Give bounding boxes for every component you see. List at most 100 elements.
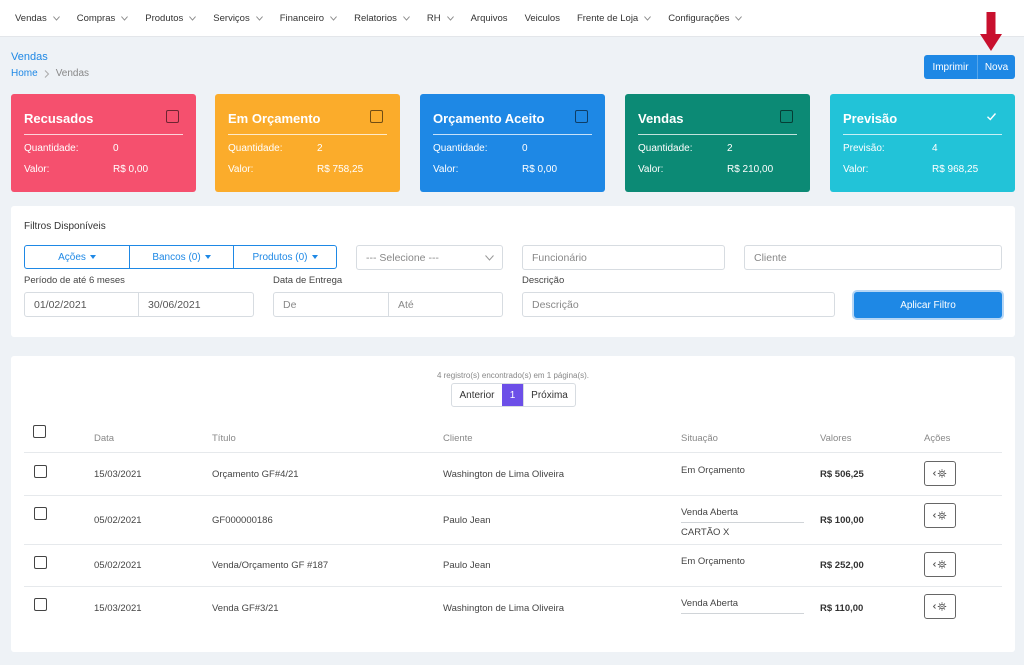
row-status: Em Orçamento (681, 465, 745, 476)
row-checkbox[interactable] (34, 465, 47, 478)
nav-item-financeiro[interactable]: Financeiro (280, 13, 337, 24)
status-select[interactable]: --- Selecione --- (356, 245, 503, 270)
client-input[interactable]: Cliente (744, 245, 1002, 270)
chevron-down-icon (446, 15, 454, 21)
card-quantity-label: Quantidade: (433, 143, 488, 154)
row-client: Washington de Lima Oliveira (443, 469, 565, 480)
next-page-button[interactable]: Próxima (523, 384, 575, 406)
row-value: R$ 506,25 (820, 469, 864, 480)
check-icon[interactable] (985, 110, 998, 123)
card-divider (433, 134, 592, 135)
nav-item-label: Frente de Loja (576, 12, 639, 24)
nav-item-label: Configurações (668, 12, 730, 24)
column-header-value[interactable]: Valores (820, 433, 852, 444)
page-1-button[interactable]: 1 (502, 384, 523, 406)
products-dropdown[interactable]: Produtos (0) (233, 246, 336, 268)
column-header-client[interactable]: Cliente (443, 433, 473, 444)
chevron-down-icon (330, 15, 337, 21)
card-quantity-label: Quantidade: (228, 143, 283, 154)
row-actions-button[interactable] (924, 461, 956, 486)
actions-dropdown-label: Ações (58, 251, 86, 263)
new-sale-button[interactable]: Nova (978, 55, 1015, 79)
description-input[interactable]: Descrição (522, 292, 835, 317)
row-actions-button[interactable] (924, 552, 956, 577)
period-from-value: 01/02/2021 (34, 298, 87, 311)
row-date: 05/02/2021 (94, 515, 142, 526)
nav-item-label: Arquivos (470, 12, 508, 24)
status-card-2[interactable]: Orçamento Aceito Quantidade: 0 Valor: R$ 0,0… (420, 94, 605, 192)
select-all-checkbox[interactable] (33, 425, 46, 438)
column-header-actions: Ações (924, 433, 951, 444)
card-checkbox[interactable] (575, 110, 588, 123)
card-checkbox[interactable] (166, 110, 179, 123)
gear-icon (932, 511, 947, 520)
previous-page-button[interactable]: Anterior (452, 384, 502, 406)
period-from-input[interactable]: 01/02/2021 (24, 292, 139, 317)
gear-icon (932, 602, 947, 611)
row-divider (24, 586, 1002, 587)
delivery-from-input[interactable]: De (273, 292, 389, 317)
nav-item-rh[interactable]: RH (427, 13, 454, 24)
nav-item-veiculos[interactable]: Veiculos (525, 13, 560, 24)
nav-item-compras[interactable]: Compras (77, 13, 129, 24)
card-value-label: Valor: (228, 164, 254, 175)
column-header-date[interactable]: Data (94, 433, 114, 444)
description-placeholder: Descrição (532, 298, 579, 311)
nav-item-label: Serviços (213, 12, 250, 24)
status-card-3[interactable]: Vendas Quantidade: 2 Valor: R$ 210,00 (625, 94, 810, 192)
nav-item-arquivos[interactable]: Arquivos (471, 13, 508, 24)
column-header-status[interactable]: Situação (681, 433, 718, 444)
caret-down-icon (204, 255, 211, 259)
status-card-4[interactable]: Previsão Previsão: 4 Valor: R$ 968,25 (830, 94, 1015, 192)
card-checkbox[interactable] (780, 110, 793, 123)
nav-item-produtos[interactable]: Produtos (145, 13, 197, 24)
card-divider (24, 134, 183, 135)
client-input-placeholder: Cliente (754, 251, 787, 264)
column-header-title[interactable]: Título (212, 433, 236, 444)
nav-item-configura-es[interactable]: Configurações (668, 12, 743, 24)
employee-input[interactable]: Funcionário (522, 245, 725, 270)
apply-filter-button[interactable]: Aplicar Filtro (854, 292, 1002, 318)
pagination: Anterior 1 Próxima (451, 383, 576, 407)
period-label: Período de até 6 meses (24, 275, 125, 286)
gear-icon (932, 469, 947, 478)
chevron-down-icon (52, 15, 60, 21)
row-title[interactable]: Venda GF#3/21 (212, 603, 279, 614)
card-quantity-value: 2 (727, 143, 733, 154)
nav-item-servi-os[interactable]: Serviços (213, 12, 263, 24)
card-value-label: Valor: (24, 164, 50, 175)
card-checkbox[interactable] (370, 110, 383, 123)
banks-dropdown[interactable]: Bancos (0) (129, 246, 233, 268)
breadcrumb-home-link[interactable]: Home (11, 68, 38, 79)
row-title[interactable]: Venda/Orçamento GF #187 (212, 560, 328, 571)
row-actions-button[interactable] (924, 503, 956, 528)
card-divider (638, 134, 797, 135)
actions-dropdown[interactable]: Ações (25, 246, 129, 268)
nav-item-relatorios[interactable]: Relatorios (354, 13, 410, 24)
print-button[interactable]: Imprimir (924, 55, 978, 79)
row-title[interactable]: GF000000186 (212, 515, 273, 526)
status-card-1[interactable]: Em Orçamento Quantidade: 2 Valor: R$ 758,25 (215, 94, 400, 192)
row-status-payment: CARTÃO X (681, 527, 730, 538)
top-navigation: Vendas Compras Produtos Serviços Financeiro R… (0, 0, 1024, 37)
nav-item-frente-de-loja[interactable]: Frente de Loja (576, 12, 652, 24)
row-checkbox[interactable] (34, 507, 47, 520)
chevron-down-icon (255, 15, 263, 21)
row-checkbox[interactable] (34, 556, 47, 569)
nav-item-vendas[interactable]: Vendas (15, 13, 60, 24)
status-select-value: --- Selecione --- (366, 251, 439, 264)
row-value: R$ 252,00 (820, 560, 864, 571)
status-card-0[interactable]: Recusados Quantidade: 0 Valor: R$ 0,00 (11, 94, 196, 192)
card-value-label: Valor: (433, 164, 459, 175)
status-underline (681, 522, 804, 523)
period-to-input[interactable]: 30/06/2021 (138, 292, 254, 317)
delivery-to-input[interactable]: Até (388, 292, 503, 317)
card-quantity-value: 4 (932, 143, 938, 154)
row-checkbox[interactable] (34, 598, 47, 611)
card-value-label: Valor: (638, 164, 664, 175)
row-actions-button[interactable] (924, 594, 956, 619)
employee-input-placeholder: Funcionário (532, 251, 587, 264)
row-title[interactable]: Orçamento GF#4/21 (212, 469, 299, 480)
card-title: Previsão (843, 111, 898, 126)
filters-panel: Filtros Disponíveis Ações Bancos (0) Pro… (11, 206, 1015, 337)
